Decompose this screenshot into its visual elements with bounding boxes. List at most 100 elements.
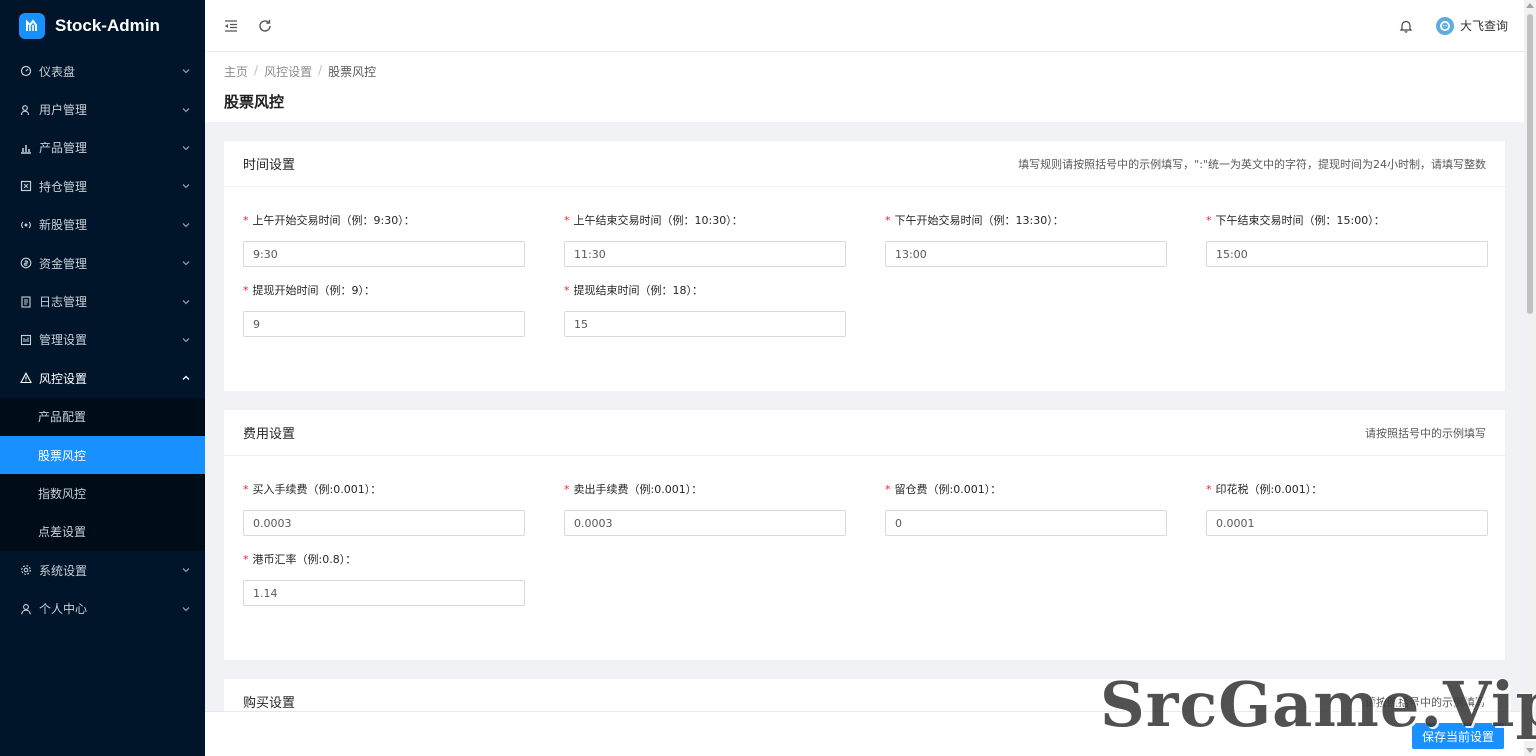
form-item-pm-end: * 下午结束交易时间（例：15:00）： xyxy=(1206,213,1488,267)
sidebar-subitem-stock-risk[interactable]: 股票风控 xyxy=(0,435,205,475)
sidebar-item-label: 风控设置 xyxy=(39,371,88,386)
money-icon xyxy=(20,257,32,269)
chevron-down-icon xyxy=(181,143,191,153)
sidebar-subitem-spread-settings[interactable]: 点差设置 xyxy=(0,513,205,551)
pm-start-input[interactable] xyxy=(885,241,1167,267)
sidebar-item-dashboard[interactable]: 仪表盘 xyxy=(0,52,205,90)
sidebar-item-positions[interactable]: 持仓管理 xyxy=(0,167,205,205)
sidebar-item-risk-control[interactable]: 风控设置 xyxy=(0,359,205,397)
required-mark: * xyxy=(243,483,249,496)
scroll-up-arrow-icon[interactable] xyxy=(1526,3,1534,8)
field-label: 提现开始时间（例：9）： xyxy=(252,284,376,297)
sidebar-item-ipo[interactable]: 新股管理 xyxy=(0,206,205,244)
required-mark: * xyxy=(1206,483,1212,496)
sidebar-item-system-settings[interactable]: 系统设置 xyxy=(0,551,205,589)
sidebar-item-label: 仪表盘 xyxy=(39,64,76,79)
sidebar-item-label: 持仓管理 xyxy=(39,179,88,194)
main-content[interactable]: 时间设置 填写规则请按照括号中的示例填写，":"统一为英文中的字符，提现时间为2… xyxy=(205,122,1524,756)
field-label: 下午开始交易时间（例：13:30）： xyxy=(894,214,1064,227)
log-icon xyxy=(20,295,32,308)
sidebar-item-label: 资金管理 xyxy=(39,256,88,271)
admin-settings-icon xyxy=(20,334,32,346)
form-item-hkd-rate: * 港币汇率（例:0.8）： xyxy=(243,552,525,606)
pm-end-input[interactable] xyxy=(1206,241,1488,267)
page-scrollbar[interactable] xyxy=(1524,0,1536,756)
required-mark: * xyxy=(564,284,570,297)
chevron-up-icon xyxy=(181,373,191,383)
card-title: 费用设置 xyxy=(243,427,296,442)
sidebar-subitem-index-risk[interactable]: 指数风控 xyxy=(0,474,205,512)
sidebar-item-logs[interactable]: 日志管理 xyxy=(0,282,205,320)
chevron-down-icon xyxy=(181,297,191,307)
chart-icon xyxy=(20,142,32,154)
required-mark: * xyxy=(885,483,891,496)
sidebar-item-admin-settings[interactable]: 管理设置 xyxy=(0,321,205,359)
form-item-holding-fee: * 留仓费（例:0.001）： xyxy=(885,482,1167,536)
card-hint: 填写规则请按照括号中的示例填写，":"统一为英文中的字符，提现时间为24小时制，… xyxy=(1018,157,1486,171)
chevron-down-icon xyxy=(181,220,191,230)
breadcrumb: 主页 / 风控设置 / 股票风控 xyxy=(224,63,1524,80)
required-mark: * xyxy=(885,214,891,227)
sell-fee-input[interactable] xyxy=(564,510,846,536)
sidebar-item-label: 管理设置 xyxy=(39,333,88,348)
buy-fee-input[interactable] xyxy=(243,510,525,536)
sidebar-item-profile[interactable]: 个人中心 xyxy=(0,589,205,627)
stamp-tax-input[interactable] xyxy=(1206,510,1488,536)
scroll-down-arrow-icon[interactable] xyxy=(1526,748,1534,753)
am-start-input[interactable] xyxy=(243,241,525,267)
breadcrumb-parent[interactable]: 风控设置 xyxy=(264,63,312,80)
top-header: 大飞查询 xyxy=(205,0,1524,52)
breadcrumb-home[interactable]: 主页 xyxy=(224,63,248,80)
withdraw-start-input[interactable] xyxy=(243,311,525,337)
sidebar: Stock-Admin 仪表盘 用户管理 产品管理 持仓管理 新股管理 资金管理… xyxy=(0,0,205,756)
sidebar-item-products[interactable]: 产品管理 xyxy=(0,129,205,167)
form-item-am-end: * 上午结束交易时间（例：10:30）： xyxy=(564,213,846,267)
avatar[interactable] xyxy=(1435,16,1454,35)
scroll-thumb[interactable] xyxy=(1527,14,1533,314)
field-label: 上午结束交易时间（例：10:30）： xyxy=(573,214,743,227)
field-label: 提现结束时间（例：18）： xyxy=(573,284,704,297)
sidebar-item-users[interactable]: 用户管理 xyxy=(0,90,205,128)
time-settings-card: 时间设置 填写规则请按照括号中的示例填写，":"统一为英文中的字符，提现时间为2… xyxy=(224,141,1505,391)
sidebar-subitem-product-config[interactable]: 产品配置 xyxy=(0,398,205,436)
menu-fold-icon[interactable] xyxy=(223,18,239,34)
app-title: Stock-Admin xyxy=(55,16,160,35)
chevron-down-icon xyxy=(181,565,191,575)
chevron-down-icon xyxy=(181,335,191,345)
am-end-input[interactable] xyxy=(564,241,846,267)
brand[interactable]: Stock-Admin xyxy=(0,0,205,52)
user-manage-icon xyxy=(20,104,32,116)
form-item-stamp-tax: * 印花税（例:0.001）： xyxy=(1206,482,1488,536)
hkd-rate-input[interactable] xyxy=(243,580,525,606)
required-mark: * xyxy=(564,214,570,227)
bell-icon[interactable] xyxy=(1398,18,1414,34)
gear-icon xyxy=(20,564,32,576)
withdraw-end-input[interactable] xyxy=(564,311,846,337)
sidebar-item-label: 用户管理 xyxy=(39,103,88,118)
app-logo-icon xyxy=(19,13,45,39)
sidebar-item-label: 个人中心 xyxy=(39,602,88,617)
form-item-pm-start: * 下午开始交易时间（例：13:30）： xyxy=(885,213,1167,267)
holding-fee-input[interactable] xyxy=(885,510,1167,536)
sidebar-item-funds[interactable]: 资金管理 xyxy=(0,244,205,282)
field-label: 印花税（例:0.001）： xyxy=(1215,483,1323,496)
sidebar-item-label: 系统设置 xyxy=(39,563,88,578)
required-mark: * xyxy=(243,553,249,566)
card-title: 时间设置 xyxy=(243,158,296,173)
form-item-am-start: * 上午开始交易时间（例：9:30）： xyxy=(243,213,525,267)
form-item-sell-fee: * 卖出手续费（例:0.001）： xyxy=(564,482,846,536)
chevron-down-icon xyxy=(181,604,191,614)
field-label: 买入手续费（例:0.001）： xyxy=(252,483,382,496)
field-label: 港币汇率（例:0.8）： xyxy=(252,553,357,566)
save-settings-button[interactable]: 保存当前设置 xyxy=(1412,723,1504,749)
fee-settings-card: 费用设置 请按照括号中的示例填写 *买入手续费（例:0.001）： *卖出手续费… xyxy=(224,410,1505,660)
warning-icon xyxy=(20,372,32,384)
user-name[interactable]: 大飞查询 xyxy=(1460,17,1508,34)
dashboard-icon xyxy=(20,65,32,77)
card-hint: 请按照括号中的示例填写 xyxy=(1365,426,1486,440)
chevron-down-icon xyxy=(181,105,191,115)
footer-action-bar: 保存当前设置 xyxy=(205,711,1524,756)
required-mark: * xyxy=(564,483,570,496)
required-mark: * xyxy=(243,284,249,297)
refresh-icon[interactable] xyxy=(257,18,273,34)
